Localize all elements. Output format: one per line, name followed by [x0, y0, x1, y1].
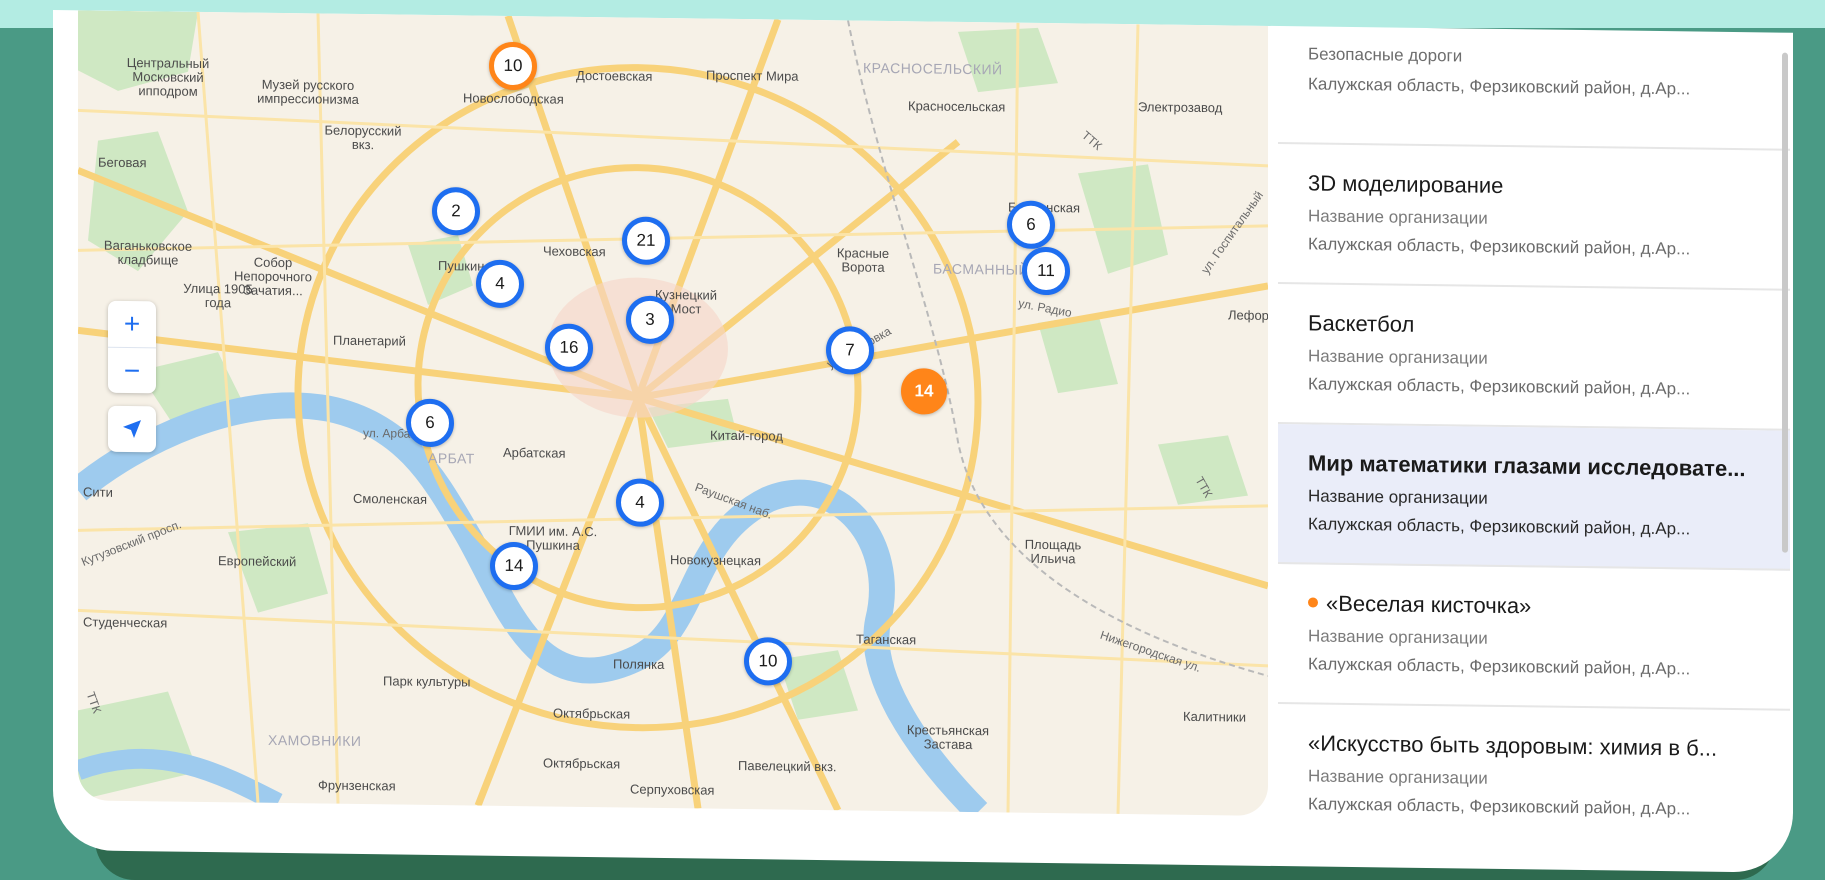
station-label: Китай-город [710, 427, 783, 444]
zoom-out-button[interactable]: − [108, 346, 156, 395]
item-address: Калужская область, Ферзиковский район, д… [1308, 654, 1691, 679]
station-label: Достоевская [576, 67, 653, 84]
map-view[interactable]: КРАСНОСЕЛЬСКИЙ БАСМАННЫЙ ХАМОВНИКИ АРБАТ… [78, 10, 1268, 816]
station-label: Студенческая [83, 614, 168, 631]
district-label: АРБАТ [428, 449, 475, 467]
place-label: Планетарий [333, 332, 406, 349]
map-cluster[interactable]: 10 [489, 41, 537, 91]
map-cluster[interactable]: 10 [744, 637, 792, 686]
item-address: Калужская область, Ферзиковский район, д… [1308, 234, 1691, 259]
station-label: Фрунзенская [318, 777, 396, 794]
item-organization: Название организации [1308, 626, 1488, 648]
map-cluster-selected[interactable]: 14 [901, 368, 947, 415]
station-label: Белорусский вкз. [324, 122, 402, 153]
station-label: Арбатская [503, 444, 566, 461]
map-cluster[interactable]: 3 [626, 295, 674, 345]
location-arrow-icon [123, 420, 141, 439]
map-cluster[interactable]: 11 [1022, 246, 1070, 296]
item-title-wrap: «Веселая кисточка» [1308, 590, 1776, 624]
station-label: Чеховская [543, 243, 606, 260]
item-title: «Веселая кисточка» [1326, 590, 1532, 619]
map-cluster[interactable]: 4 [476, 259, 524, 309]
list-item[interactable]: 3D моделирование Название организации Ка… [1278, 144, 1790, 291]
item-organization: Название организации [1308, 346, 1488, 368]
map-cluster[interactable]: 6 [1007, 200, 1055, 250]
district-label: КРАСНОСЕЛЬСКИЙ [863, 59, 1003, 78]
item-address: Калужская область, Ферзиковский район, д… [1308, 374, 1691, 399]
list-item[interactable]: Безопасные дороги Калужская область, Фер… [1278, 44, 1790, 151]
place-label: Ваганьковское кладбище [103, 237, 193, 268]
item-address: Калужская область, Ферзиковский район, д… [1308, 74, 1691, 99]
district-label: ХАМОВНИКИ [268, 731, 362, 750]
station-label: Октябрьская [543, 755, 621, 772]
station-label: Таганская [856, 631, 917, 648]
place-label: Центральный Московский ипподром [126, 54, 210, 99]
map-cluster[interactable]: 21 [622, 216, 670, 266]
list-item-selected[interactable]: Мир математики глазами исследовате... На… [1278, 424, 1790, 571]
station-label: Павелецкий вкз. [738, 757, 837, 775]
district-label: БАСМАННЫЙ [933, 260, 1030, 278]
station-label: Смоленская [353, 490, 428, 507]
station-label: Красные Ворота [836, 245, 890, 275]
place-label: Музей русского импрессионизма [257, 76, 359, 108]
zoom-in-button[interactable]: + [108, 301, 156, 348]
list-item[interactable]: Баскетбол Название организации Калужская… [1278, 284, 1790, 431]
station-label: Крестьянская Застава [906, 722, 990, 753]
station-label: Электрозавод [1138, 99, 1223, 116]
results-list[interactable]: Безопасные дороги Калужская область, Фер… [1278, 26, 1790, 833]
item-organization: Название организации [1308, 766, 1488, 788]
item-organization: Название организации [1308, 206, 1488, 228]
station-label: Полянка [613, 656, 665, 673]
list-item[interactable]: «Веселая кисточка» Название организации … [1278, 564, 1790, 711]
item-address: Калужская область, Ферзиковский район, д… [1308, 514, 1691, 539]
station-label: Беговая [98, 154, 147, 171]
list-item[interactable]: «Искусство быть здоровым: химия в б... Н… [1278, 704, 1790, 833]
station-label: Парк культуры [383, 673, 471, 690]
place-label: Европейский [218, 553, 297, 570]
item-title: Баскетбол [1308, 310, 1415, 337]
place-label: Сити [83, 484, 113, 500]
station-label: Октябрьская [553, 705, 631, 722]
station-label: Серпуховская [630, 781, 715, 798]
station-label: Новокузнецкая [670, 552, 761, 569]
item-title: Безопасные дороги [1308, 44, 1463, 66]
map-cluster[interactable]: 16 [545, 323, 593, 373]
map-cluster[interactable]: 7 [826, 326, 874, 375]
item-title: 3D моделирование [1308, 170, 1504, 198]
map-cluster[interactable]: 6 [406, 398, 454, 448]
item-organization: Название организации [1308, 486, 1488, 508]
station-label: Калитники [1183, 708, 1246, 725]
new-indicator-dot [1308, 597, 1318, 608]
station-label: Лефор [1228, 307, 1268, 323]
map-cluster[interactable]: 4 [616, 478, 664, 527]
map-cluster[interactable]: 2 [432, 186, 480, 236]
zoom-controls: + − [108, 300, 156, 395]
station-label: Площадь Ильича [1024, 536, 1082, 567]
station-label: Проспект Мира [706, 67, 799, 84]
app-card: КРАСНОСЕЛЬСКИЙ БАСМАННЫЙ ХАМОВНИКИ АРБАТ… [53, 10, 1793, 873]
map-cluster[interactable]: 14 [490, 541, 538, 591]
item-title: «Искусство быть здоровым: химия в б... [1308, 730, 1718, 761]
station-label: Улица 1905 года [183, 280, 253, 311]
item-address: Калужская область, Ферзиковский район, д… [1308, 794, 1691, 819]
station-label: Новослободская [463, 90, 564, 107]
station-label: Красносельская [908, 98, 1006, 115]
locate-button[interactable] [108, 405, 156, 453]
list-scrollbar[interactable] [1782, 52, 1788, 553]
item-title: Мир математики глазами исследовате... [1308, 450, 1746, 482]
